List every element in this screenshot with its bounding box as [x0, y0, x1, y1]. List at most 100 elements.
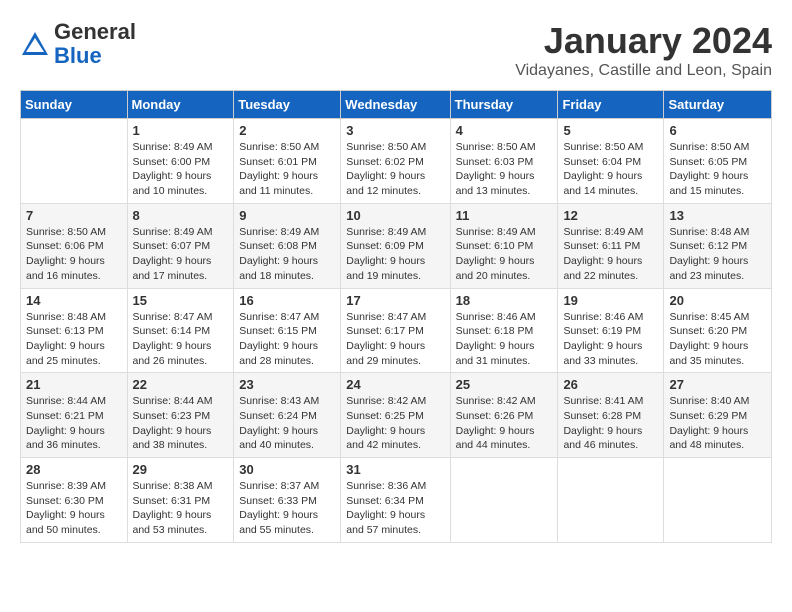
calendar-week-row: 21 Sunrise: 8:44 AMSunset: 6:21 PMDaylig… — [21, 373, 772, 458]
table-row: 23 Sunrise: 8:43 AMSunset: 6:24 PMDaylig… — [234, 373, 341, 458]
table-row — [664, 458, 772, 543]
day-info: Sunrise: 8:49 AMSunset: 6:11 PMDaylight:… — [563, 225, 658, 284]
table-row: 14 Sunrise: 8:48 AMSunset: 6:13 PMDaylig… — [21, 288, 128, 373]
day-number: 16 — [239, 293, 335, 308]
header-tuesday: Tuesday — [234, 91, 341, 119]
logo-icon — [20, 30, 50, 60]
day-info: Sunrise: 8:50 AMSunset: 6:03 PMDaylight:… — [456, 140, 553, 199]
day-info: Sunrise: 8:49 AMSunset: 6:10 PMDaylight:… — [456, 225, 553, 284]
day-info: Sunrise: 8:50 AMSunset: 6:05 PMDaylight:… — [669, 140, 766, 199]
day-number: 5 — [563, 123, 658, 138]
day-number: 22 — [133, 377, 229, 392]
day-number: 11 — [456, 208, 553, 223]
day-number: 7 — [26, 208, 122, 223]
table-row: 12 Sunrise: 8:49 AMSunset: 6:11 PMDaylig… — [558, 203, 664, 288]
day-number: 10 — [346, 208, 444, 223]
header-monday: Monday — [127, 91, 234, 119]
table-row — [558, 458, 664, 543]
day-info: Sunrise: 8:47 AMSunset: 6:14 PMDaylight:… — [133, 310, 229, 369]
day-info: Sunrise: 8:49 AMSunset: 6:00 PMDaylight:… — [133, 140, 229, 199]
day-number: 20 — [669, 293, 766, 308]
logo-text: General Blue — [54, 20, 136, 68]
day-info: Sunrise: 8:49 AMSunset: 6:08 PMDaylight:… — [239, 225, 335, 284]
day-number: 9 — [239, 208, 335, 223]
day-number: 6 — [669, 123, 766, 138]
header-wednesday: Wednesday — [341, 91, 450, 119]
day-number: 25 — [456, 377, 553, 392]
day-info: Sunrise: 8:46 AMSunset: 6:19 PMDaylight:… — [563, 310, 658, 369]
table-row: 17 Sunrise: 8:47 AMSunset: 6:17 PMDaylig… — [341, 288, 450, 373]
table-row: 31 Sunrise: 8:36 AMSunset: 6:34 PMDaylig… — [341, 458, 450, 543]
day-number: 3 — [346, 123, 444, 138]
table-row: 21 Sunrise: 8:44 AMSunset: 6:21 PMDaylig… — [21, 373, 128, 458]
day-info: Sunrise: 8:43 AMSunset: 6:24 PMDaylight:… — [239, 394, 335, 453]
table-row: 9 Sunrise: 8:49 AMSunset: 6:08 PMDayligh… — [234, 203, 341, 288]
table-row: 19 Sunrise: 8:46 AMSunset: 6:19 PMDaylig… — [558, 288, 664, 373]
day-info: Sunrise: 8:45 AMSunset: 6:20 PMDaylight:… — [669, 310, 766, 369]
day-info: Sunrise: 8:50 AMSunset: 6:06 PMDaylight:… — [26, 225, 122, 284]
table-row — [21, 119, 128, 204]
day-info: Sunrise: 8:47 AMSunset: 6:17 PMDaylight:… — [346, 310, 444, 369]
table-row: 10 Sunrise: 8:49 AMSunset: 6:09 PMDaylig… — [341, 203, 450, 288]
table-row: 25 Sunrise: 8:42 AMSunset: 6:26 PMDaylig… — [450, 373, 558, 458]
location-title: Vidayanes, Castille and Leon, Spain — [515, 62, 772, 80]
logo-blue: Blue — [54, 44, 136, 68]
day-info: Sunrise: 8:50 AMSunset: 6:02 PMDaylight:… — [346, 140, 444, 199]
days-header-row: Sunday Monday Tuesday Wednesday Thursday… — [21, 91, 772, 119]
day-info: Sunrise: 8:38 AMSunset: 6:31 PMDaylight:… — [133, 479, 229, 538]
day-number: 8 — [133, 208, 229, 223]
day-number: 23 — [239, 377, 335, 392]
table-row: 29 Sunrise: 8:38 AMSunset: 6:31 PMDaylig… — [127, 458, 234, 543]
day-number: 31 — [346, 462, 444, 477]
day-info: Sunrise: 8:41 AMSunset: 6:28 PMDaylight:… — [563, 394, 658, 453]
day-number: 14 — [26, 293, 122, 308]
day-info: Sunrise: 8:50 AMSunset: 6:04 PMDaylight:… — [563, 140, 658, 199]
day-info: Sunrise: 8:37 AMSunset: 6:33 PMDaylight:… — [239, 479, 335, 538]
day-info: Sunrise: 8:36 AMSunset: 6:34 PMDaylight:… — [346, 479, 444, 538]
day-info: Sunrise: 8:49 AMSunset: 6:09 PMDaylight:… — [346, 225, 444, 284]
table-row: 3 Sunrise: 8:50 AMSunset: 6:02 PMDayligh… — [341, 119, 450, 204]
day-number: 17 — [346, 293, 444, 308]
day-number: 21 — [26, 377, 122, 392]
table-row: 24 Sunrise: 8:42 AMSunset: 6:25 PMDaylig… — [341, 373, 450, 458]
day-info: Sunrise: 8:49 AMSunset: 6:07 PMDaylight:… — [133, 225, 229, 284]
day-info: Sunrise: 8:47 AMSunset: 6:15 PMDaylight:… — [239, 310, 335, 369]
table-row: 7 Sunrise: 8:50 AMSunset: 6:06 PMDayligh… — [21, 203, 128, 288]
table-row — [450, 458, 558, 543]
header: General Blue January 2024 Vidayanes, Cas… — [20, 20, 772, 80]
table-row: 26 Sunrise: 8:41 AMSunset: 6:28 PMDaylig… — [558, 373, 664, 458]
day-info: Sunrise: 8:50 AMSunset: 6:01 PMDaylight:… — [239, 140, 335, 199]
day-number: 28 — [26, 462, 122, 477]
day-info: Sunrise: 8:42 AMSunset: 6:25 PMDaylight:… — [346, 394, 444, 453]
day-number: 1 — [133, 123, 229, 138]
calendar-table: Sunday Monday Tuesday Wednesday Thursday… — [20, 90, 772, 543]
day-number: 12 — [563, 208, 658, 223]
day-info: Sunrise: 8:48 AMSunset: 6:12 PMDaylight:… — [669, 225, 766, 284]
calendar-week-row: 28 Sunrise: 8:39 AMSunset: 6:30 PMDaylig… — [21, 458, 772, 543]
table-row: 15 Sunrise: 8:47 AMSunset: 6:14 PMDaylig… — [127, 288, 234, 373]
table-row: 30 Sunrise: 8:37 AMSunset: 6:33 PMDaylig… — [234, 458, 341, 543]
table-row: 28 Sunrise: 8:39 AMSunset: 6:30 PMDaylig… — [21, 458, 128, 543]
table-row: 18 Sunrise: 8:46 AMSunset: 6:18 PMDaylig… — [450, 288, 558, 373]
day-number: 13 — [669, 208, 766, 223]
day-number: 2 — [239, 123, 335, 138]
day-number: 18 — [456, 293, 553, 308]
header-friday: Friday — [558, 91, 664, 119]
day-info: Sunrise: 8:44 AMSunset: 6:23 PMDaylight:… — [133, 394, 229, 453]
table-row: 20 Sunrise: 8:45 AMSunset: 6:20 PMDaylig… — [664, 288, 772, 373]
day-number: 27 — [669, 377, 766, 392]
table-row: 27 Sunrise: 8:40 AMSunset: 6:29 PMDaylig… — [664, 373, 772, 458]
day-number: 15 — [133, 293, 229, 308]
table-row: 8 Sunrise: 8:49 AMSunset: 6:07 PMDayligh… — [127, 203, 234, 288]
table-row: 22 Sunrise: 8:44 AMSunset: 6:23 PMDaylig… — [127, 373, 234, 458]
day-number: 26 — [563, 377, 658, 392]
day-info: Sunrise: 8:46 AMSunset: 6:18 PMDaylight:… — [456, 310, 553, 369]
day-info: Sunrise: 8:44 AMSunset: 6:21 PMDaylight:… — [26, 394, 122, 453]
table-row: 16 Sunrise: 8:47 AMSunset: 6:15 PMDaylig… — [234, 288, 341, 373]
calendar-week-row: 7 Sunrise: 8:50 AMSunset: 6:06 PMDayligh… — [21, 203, 772, 288]
calendar-week-row: 14 Sunrise: 8:48 AMSunset: 6:13 PMDaylig… — [21, 288, 772, 373]
title-area: January 2024 Vidayanes, Castille and Leo… — [515, 20, 772, 80]
month-title: January 2024 — [515, 20, 772, 62]
table-row: 1 Sunrise: 8:49 AMSunset: 6:00 PMDayligh… — [127, 119, 234, 204]
day-info: Sunrise: 8:48 AMSunset: 6:13 PMDaylight:… — [26, 310, 122, 369]
